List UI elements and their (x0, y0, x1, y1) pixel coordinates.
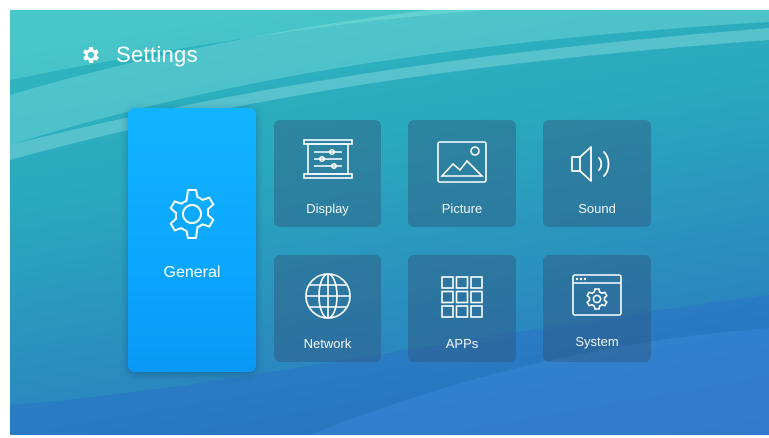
tile-system[interactable]: System (543, 255, 651, 362)
globe-icon (304, 273, 351, 319)
tile-general[interactable]: General (128, 108, 256, 372)
tile-general-label: General (163, 264, 221, 281)
tile-apps-label: APPs (445, 336, 479, 351)
speaker-icon (571, 146, 610, 182)
apps-grid-icon (441, 276, 483, 318)
tile-display[interactable]: Display (274, 120, 381, 227)
system-window-icon (572, 274, 622, 316)
tile-network-label: Network (303, 336, 352, 351)
settings-screen: Settings General Display Picture Sound N… (10, 10, 769, 435)
gear-icon (169, 189, 215, 239)
page-title: Settings (116, 42, 198, 67)
tile-picture[interactable]: Picture (408, 120, 516, 227)
display-sliders-icon (302, 139, 353, 179)
tile-apps[interactable]: APPs (408, 255, 516, 362)
tile-display-label: Display (306, 201, 349, 216)
page-header: Settings (80, 40, 198, 70)
tile-sound[interactable]: Sound (543, 120, 651, 227)
tile-sound-label: Sound (578, 201, 616, 216)
background-waves (10, 10, 769, 435)
gear-icon (83, 47, 99, 63)
tile-network[interactable]: Network (274, 255, 381, 362)
tile-picture-label: Picture (441, 201, 483, 216)
picture-icon (437, 141, 487, 183)
tile-system-label: System (575, 334, 619, 349)
